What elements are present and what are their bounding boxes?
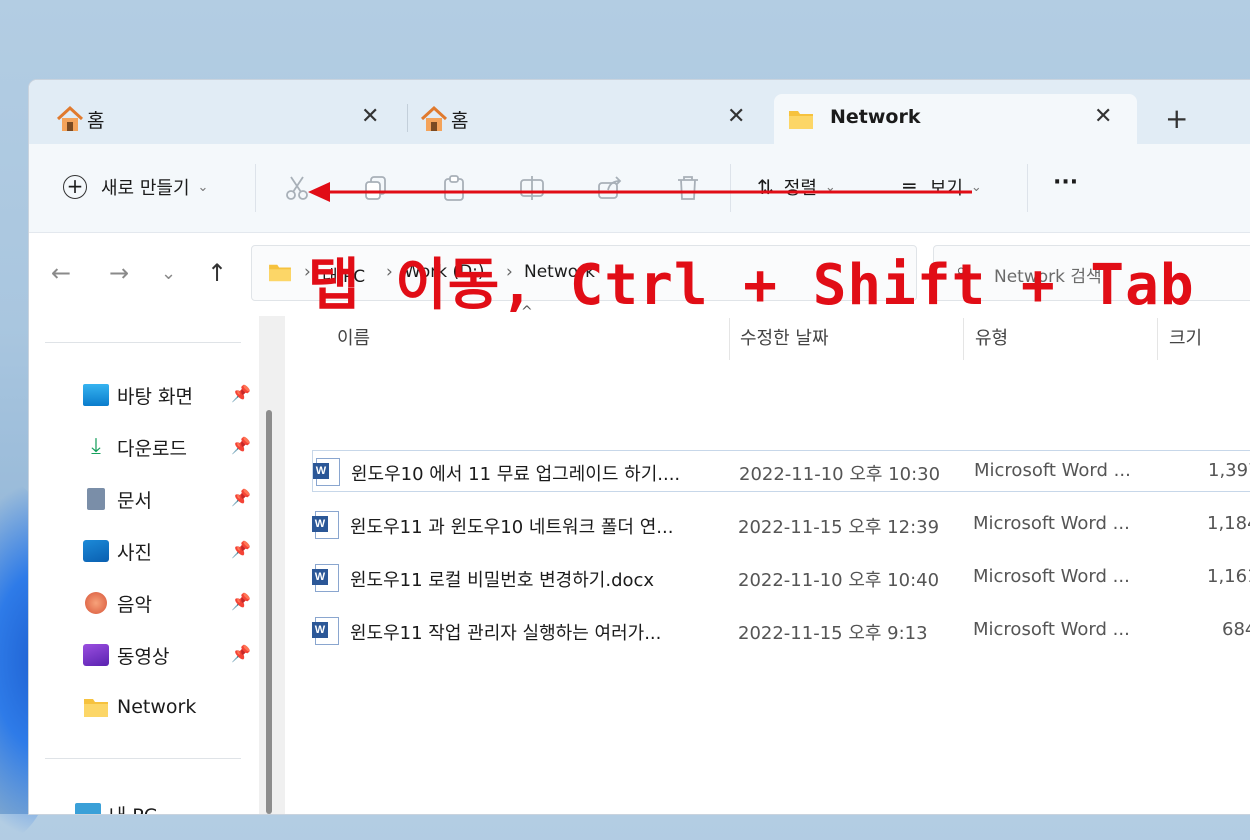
music-icon bbox=[85, 592, 107, 614]
pin-icon[interactable]: 📌 bbox=[231, 540, 251, 559]
more-icon: ··· bbox=[1053, 170, 1079, 195]
pictures-icon bbox=[83, 540, 109, 562]
tab-label: 홈 bbox=[451, 110, 469, 132]
sidebar-item-pictures[interactable]: 사진 📌 bbox=[83, 531, 253, 571]
download-icon: ⤓ bbox=[91, 434, 101, 459]
file-type: Microsoft Word ... bbox=[973, 566, 1130, 587]
tab-label: Network bbox=[830, 106, 921, 128]
table-row[interactable]: 윈도우10 에서 11 무료 업그레이드 하기.... 2022-11-10 오… bbox=[312, 450, 1250, 492]
new-button-label: 새로 만들기 bbox=[101, 178, 190, 199]
sidebar-item-music[interactable]: 음악 📌 bbox=[83, 583, 253, 623]
sidebar-item-label: 다운로드 bbox=[117, 437, 187, 460]
sidebar-divider bbox=[45, 342, 241, 343]
file-size: 1,184 bbox=[1207, 513, 1250, 534]
table-row[interactable]: 윈도우11 과 윈도우10 네트워크 폴더 연... 2022-11-15 오후… bbox=[312, 504, 1250, 544]
pin-icon[interactable]: 📌 bbox=[231, 488, 251, 507]
folder-icon bbox=[789, 111, 813, 129]
sidebar-item-label: 문서 bbox=[117, 489, 152, 512]
sidebar-divider bbox=[45, 758, 241, 759]
word-document-icon bbox=[312, 564, 339, 592]
up-arrow-icon[interactable]: ↑ bbox=[207, 259, 227, 287]
file-type: Microsoft Word ... bbox=[973, 513, 1130, 534]
close-tab-icon[interactable]: ✕ bbox=[1094, 104, 1112, 129]
close-tab-icon[interactable]: ✕ bbox=[727, 104, 745, 129]
annotation-arrow-icon bbox=[308, 182, 972, 202]
sidebar-item-label: 사진 bbox=[117, 541, 152, 564]
close-tab-icon[interactable]: ✕ bbox=[361, 104, 379, 129]
file-size: 684 bbox=[1222, 619, 1250, 640]
toolbar-divider bbox=[255, 164, 256, 212]
tab-bar: 홈 ✕ 홈 ✕ Network ✕ + bbox=[29, 80, 1250, 144]
tab-home-2[interactable]: 홈 ✕ bbox=[413, 94, 773, 144]
folder-icon bbox=[269, 264, 291, 282]
word-document-icon bbox=[313, 458, 340, 486]
annotation-caption: 탭 이동, Ctrl + Shift + Tab bbox=[308, 253, 1195, 318]
sidebar-item-downloads[interactable]: ⤓ 다운로드 📌 bbox=[83, 427, 253, 467]
file-name: 윈도우10 에서 11 무료 업그레이드 하기.... bbox=[351, 464, 681, 485]
file-size: 1,397 bbox=[1208, 460, 1250, 481]
sidebar-item-label: 내 PC bbox=[109, 801, 157, 815]
new-button[interactable]: + 새로 만들기 ⌄ bbox=[63, 174, 208, 200]
file-size: 1,161 bbox=[1207, 566, 1250, 587]
file-name: 윈도우11 로컬 비밀번호 변경하기.docx bbox=[350, 570, 655, 591]
column-header-date[interactable]: 수정한 날짜 bbox=[740, 324, 829, 350]
desktop-icon bbox=[83, 384, 109, 406]
sidebar-item-network[interactable]: Network bbox=[83, 687, 253, 727]
file-type: Microsoft Word ... bbox=[973, 619, 1130, 640]
column-divider[interactable] bbox=[963, 318, 964, 360]
home-icon bbox=[56, 105, 84, 131]
this-pc-icon bbox=[74, 803, 101, 814]
column-header-type[interactable]: 유형 bbox=[975, 324, 1008, 350]
file-date: 2022-11-15 오후 12:39 bbox=[738, 517, 940, 538]
file-date: 2022-11-15 오후 9:13 bbox=[738, 623, 928, 644]
chevron-down-icon: ⌄ bbox=[45, 806, 57, 814]
file-type: Microsoft Word ... bbox=[974, 460, 1131, 481]
pin-icon[interactable]: 📌 bbox=[231, 436, 251, 455]
table-row[interactable]: 윈도우11 작업 관리자 실행하는 여러가... 2022-11-15 오후 9… bbox=[312, 610, 1250, 650]
column-header-name[interactable]: 이름 bbox=[337, 324, 370, 350]
tab-home-1[interactable]: 홈 ✕ bbox=[29, 94, 399, 144]
file-name: 윈도우11 과 윈도우10 네트워크 폴더 연... bbox=[350, 517, 674, 538]
sidebar-item-label: 동영상 bbox=[117, 645, 170, 668]
home-icon bbox=[420, 105, 448, 131]
sidebar-item-this-pc[interactable]: ⌄ 내 PC bbox=[45, 794, 245, 814]
tab-network[interactable]: Network ✕ bbox=[774, 94, 1137, 144]
word-document-icon bbox=[312, 617, 339, 645]
file-date: 2022-11-10 오후 10:30 bbox=[739, 464, 941, 485]
sidebar-item-label: Network bbox=[117, 696, 197, 718]
file-name: 윈도우11 작업 관리자 실행하는 여러가... bbox=[350, 623, 662, 644]
sidebar-item-videos[interactable]: 동영상 📌 bbox=[83, 635, 253, 675]
forward-arrow-icon[interactable]: → bbox=[109, 259, 129, 287]
tab-divider bbox=[407, 104, 408, 132]
pin-icon[interactable]: 📌 bbox=[231, 592, 251, 611]
file-list: ^ 이름 수정한 날짜 유형 크기 윈도우10 에서 11 무료 업그레이드 하… bbox=[285, 304, 1250, 814]
sidebar-item-desktop[interactable]: 바탕 화면 📌 bbox=[83, 375, 253, 415]
word-document-icon bbox=[312, 511, 339, 539]
video-icon bbox=[83, 644, 109, 666]
sidebar-item-label: 바탕 화면 bbox=[117, 385, 193, 408]
column-header-size[interactable]: 크기 bbox=[1169, 324, 1202, 350]
plus-circle-icon: + bbox=[63, 175, 87, 199]
more-options-button[interactable]: ··· bbox=[1053, 170, 1078, 195]
new-tab-button[interactable]: + bbox=[1165, 102, 1188, 135]
sidebar-scroll-track[interactable] bbox=[259, 316, 285, 814]
navigation-pane: 바탕 화면 📌 ⤓ 다운로드 📌 문서 📌 사진 📌 음악 📌 동영상 📌 Ne… bbox=[29, 316, 259, 814]
column-divider[interactable] bbox=[729, 318, 730, 360]
pin-icon[interactable]: 📌 bbox=[231, 644, 251, 663]
chevron-down-icon: ⌄ bbox=[197, 179, 209, 195]
tab-label: 홈 bbox=[87, 110, 105, 132]
table-row[interactable]: 윈도우11 로컬 비밀번호 변경하기.docx 2022-11-10 오후 10… bbox=[312, 557, 1250, 597]
sidebar-item-documents[interactable]: 문서 📌 bbox=[83, 479, 253, 519]
column-divider[interactable] bbox=[1157, 318, 1158, 360]
file-date: 2022-11-10 오후 10:40 bbox=[738, 570, 940, 591]
sidebar-scrollbar-thumb[interactable] bbox=[266, 410, 272, 814]
sidebar-item-label: 음악 bbox=[117, 593, 152, 616]
pin-icon[interactable]: 📌 bbox=[231, 384, 251, 403]
document-icon bbox=[87, 488, 105, 510]
back-arrow-icon[interactable]: ← bbox=[51, 259, 71, 287]
toolbar-divider bbox=[1027, 164, 1028, 212]
folder-icon bbox=[84, 699, 108, 717]
recent-locations-chevron-icon[interactable]: ⌄ bbox=[161, 263, 176, 284]
